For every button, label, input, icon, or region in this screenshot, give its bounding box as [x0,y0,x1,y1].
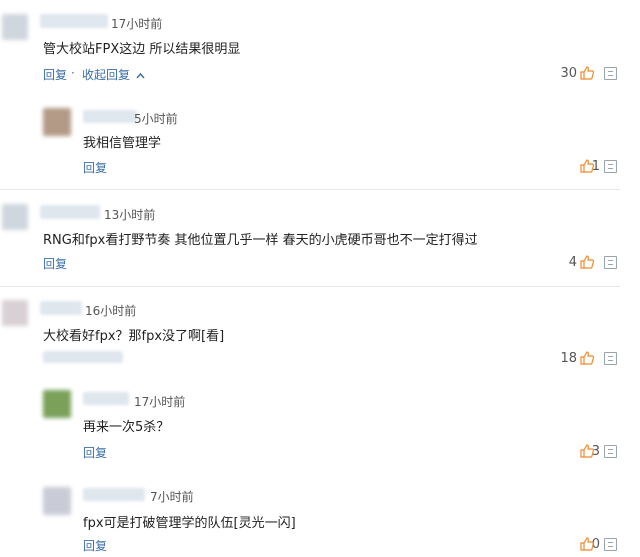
reply-time: 7小时前 [150,490,194,504]
avatar[interactable] [43,108,71,136]
comment-time: 13小时前 [104,208,156,222]
reply-button[interactable]: 回复 [83,537,107,554]
thumbs-up-icon[interactable] [580,255,594,269]
thumbs-up-icon[interactable] [580,351,594,365]
username-blurred[interactable] [40,14,108,28]
reply-button[interactable]: 回复 [43,66,67,83]
report-icon[interactable] [604,256,617,269]
thumbs-up-icon[interactable] [580,66,594,80]
report-icon[interactable] [604,538,617,551]
avatar[interactable] [43,487,71,515]
comment-text: 管大校站FPX这边 所以结果很明显 [43,42,241,57]
username-blurred[interactable] [83,110,137,123]
report-icon[interactable] [604,160,617,173]
reply-actions-blurred[interactable] [43,351,123,363]
reply-text: 再来一次5杀？ [83,420,170,435]
thumbs-up-icon[interactable] [580,444,594,458]
like-count: 4 [568,255,577,270]
avatar[interactable] [2,204,28,230]
username-blurred[interactable] [40,205,100,219]
reply-button[interactable]: 回复 [43,255,67,272]
comment-text: RNG和fpx看打野节奏 其他位置几乎一样 春天的小虎硬币哥也不一定打得过 [43,233,478,248]
report-icon[interactable] [604,67,617,80]
thumbs-up-icon[interactable] [580,537,594,551]
username-blurred[interactable] [83,392,129,405]
separator-dot: · [71,66,75,80]
report-icon[interactable] [604,352,617,365]
avatar[interactable] [2,300,28,326]
reply-button[interactable]: 回复 [83,159,107,176]
reply-time: 17小时前 [134,395,186,409]
username-blurred[interactable] [40,301,82,315]
username-blurred[interactable] [83,488,145,501]
reply-time: 5小时前 [134,112,178,126]
avatar[interactable] [2,14,28,40]
reply-text: 我相信管理学 [83,136,162,151]
comment-text: 大校看好fpx？那fpx没了啊[看] [43,329,225,344]
comment-time: 17小时前 [111,17,163,31]
divider [0,189,620,190]
report-icon[interactable] [604,445,617,458]
collapse-replies-button[interactable]: 收起回复 [82,66,145,83]
reply-text: fpx可是打破管理学的队伍[灵光一闪] [83,516,296,531]
divider [0,286,620,287]
avatar[interactable] [43,390,71,418]
thumbs-up-icon[interactable] [580,159,594,173]
like-count: 30 [560,66,577,81]
reply-button[interactable]: 回复 [83,444,107,461]
like-count: 18 [560,351,577,366]
collapse-label: 收起回复 [82,68,131,82]
comment-time: 16小时前 [85,304,137,318]
chevron-up-icon [136,72,145,79]
